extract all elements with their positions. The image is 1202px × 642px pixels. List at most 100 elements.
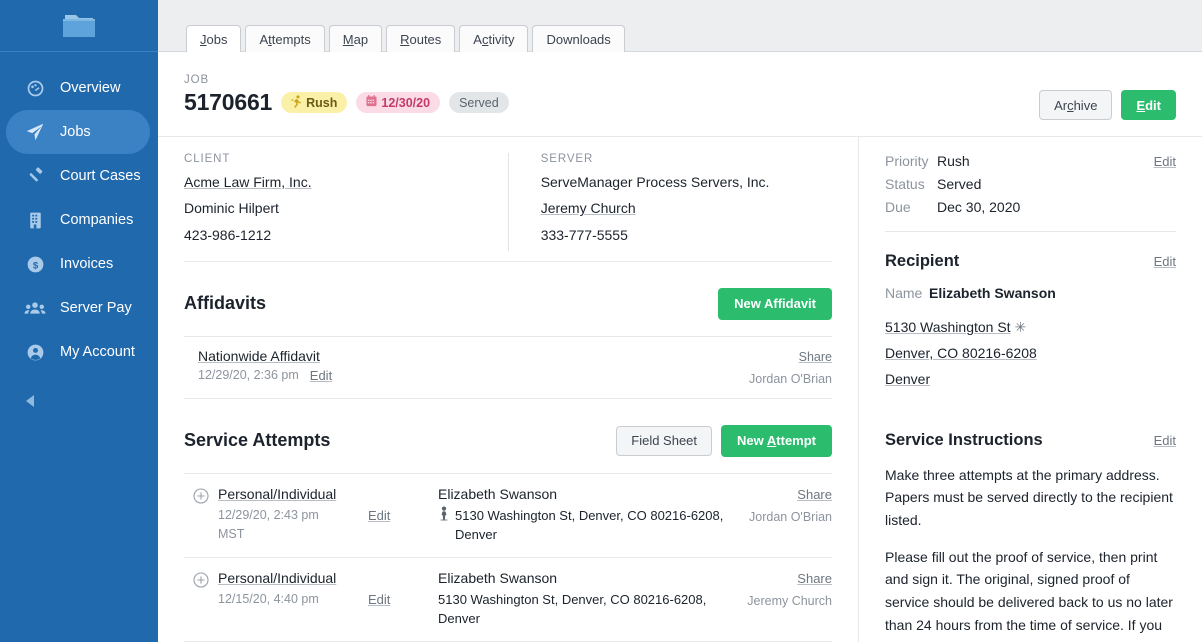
server-company: ServeManager Process Servers, Inc.	[541, 172, 832, 192]
sidebar-item-invoices[interactable]: $ Invoices	[6, 242, 150, 286]
tab-label-pre: A	[473, 32, 482, 47]
instructions-title: Service Instructions	[885, 431, 1043, 450]
tab-bar: Jobs Attempts Map Routes Activity Downlo…	[158, 0, 1202, 52]
map-pin-icon	[438, 506, 450, 545]
attempt-address: 5130 Washington St, Denver, CO 80216-620…	[438, 590, 740, 629]
server-phone: 333-777-5555	[541, 225, 832, 245]
recipient-name-value: Elizabeth Swanson	[929, 285, 1056, 301]
attempt-share-link[interactable]: Share	[797, 487, 832, 502]
instructions-edit-link[interactable]: Edit	[1154, 433, 1176, 448]
sidebar-item-label: Court Cases	[60, 169, 141, 184]
edit-button[interactable]: Edit	[1121, 90, 1176, 120]
badge-text: 12/30/20	[381, 96, 430, 110]
tab-attempts[interactable]: Attempts	[245, 25, 324, 52]
tab-accesskey: R	[400, 32, 409, 47]
body-columns: CLIENT Acme Law Firm, Inc. Dominic Hilpe…	[158, 137, 1202, 642]
tab-label-rest: outes	[409, 32, 441, 47]
divider	[885, 231, 1176, 232]
status-badge-date: 12/30/20	[356, 92, 440, 113]
expand-attempt-button[interactable]	[184, 486, 218, 545]
server-contact-link[interactable]: Jeremy Church	[541, 200, 636, 216]
detail-due: Due Dec 30, 2020	[885, 199, 1176, 215]
left-column: CLIENT Acme Law Firm, Inc. Dominic Hilpe…	[158, 137, 858, 642]
server-block: SERVER ServeManager Process Servers, Inc…	[508, 153, 832, 251]
detail-label: Due	[885, 199, 937, 215]
client-company-link[interactable]: Acme Law Firm, Inc.	[184, 174, 312, 190]
attempt-timestamp: 12/15/20, 4:40 pm	[218, 590, 368, 609]
archive-button[interactable]: Archive	[1039, 90, 1112, 120]
running-person-icon	[291, 95, 302, 111]
attempt-type-line: Personal/Individual	[218, 486, 368, 502]
plus-circle-icon	[193, 488, 209, 545]
page-title: 5170661	[184, 89, 272, 116]
plus-circle-icon	[193, 572, 209, 629]
details-edit-link[interactable]: Edit	[1154, 154, 1176, 169]
attempt-meta: Personal/Individual 12/29/20, 2:43 pm MS…	[218, 486, 368, 545]
sidebar-item-label: Invoices	[60, 257, 113, 272]
server-contact-line: Jeremy Church	[541, 198, 832, 218]
attempt-share-link[interactable]: Share	[797, 571, 832, 586]
gavel-icon	[24, 165, 46, 187]
affidavits-actions: New Affidavit	[718, 288, 832, 320]
tab-routes[interactable]: Routes	[386, 25, 455, 52]
tab-label-rest: tivity	[488, 32, 514, 47]
affidavit-right: Share Jordan O'Brian	[749, 348, 832, 386]
archive-label: Archive	[1054, 98, 1097, 113]
sidebar-collapse-button[interactable]	[0, 388, 158, 418]
affidavit-share-link[interactable]: Share	[799, 350, 832, 364]
service-instructions-block: Service Instructions Edit Make three att…	[885, 431, 1176, 642]
attempt-timezone: MST	[218, 525, 368, 544]
expand-attempt-button[interactable]	[184, 570, 218, 629]
recipient-title: Recipient	[885, 252, 959, 271]
attempt-right: Share Jordan O'Brian	[740, 486, 832, 545]
tab-downloads[interactable]: Downloads	[532, 25, 624, 52]
badge-text: Rush	[306, 96, 337, 110]
app-logo[interactable]	[0, 0, 158, 52]
sidebar-item-server-pay[interactable]: Server Pay	[6, 286, 150, 330]
new-affidavit-button[interactable]: New Affidavit	[718, 288, 832, 320]
svg-text:$: $	[32, 260, 38, 271]
sidebar-item-court-cases[interactable]: Court Cases	[6, 154, 150, 198]
recipient-address-line1[interactable]: 5130 Washington St	[885, 315, 1011, 341]
tab-label-rest: tempts	[272, 32, 311, 47]
attempt-edit-link[interactable]: Edit	[368, 508, 390, 523]
status-badge-rush: Rush	[281, 92, 347, 113]
recipient-address-line2[interactable]: Denver, CO 80216-6208	[885, 341, 1037, 367]
sidebar-item-label: Companies	[60, 213, 133, 228]
tab-activity[interactable]: Activity	[459, 25, 528, 52]
people-icon	[24, 297, 46, 319]
instructions-header: Service Instructions Edit	[885, 431, 1176, 450]
sidebar-item-companies[interactable]: Companies	[6, 198, 150, 242]
attempt-edit-link[interactable]: Edit	[368, 592, 390, 607]
attempt-edit-cell: Edit	[368, 570, 424, 629]
detail-status: Status Served	[885, 176, 1176, 192]
tab-map[interactable]: Map	[329, 25, 382, 52]
attempt-type-link[interactable]: Personal/Individual	[218, 570, 336, 586]
affidavits-title: Affidavits	[184, 293, 266, 314]
new-attempt-button[interactable]: New Attempt	[721, 425, 832, 457]
job-eyebrow: JOB	[184, 74, 1039, 86]
sidebar-item-label: My Account	[60, 345, 135, 360]
tab-label: Downloads	[546, 32, 610, 47]
primary-address-star-icon: ✳	[1014, 319, 1026, 335]
sidebar-item-label: Overview	[60, 81, 120, 96]
attempt-details: Elizabeth Swanson 5130 Washington St, De…	[424, 486, 740, 545]
attempt-type-link[interactable]: Personal/Individual	[218, 486, 336, 502]
attempt-address: 5130 Washington St, Denver, CO 80216-620…	[455, 506, 740, 545]
recipient-edit-link[interactable]: Edit	[1154, 254, 1176, 269]
attempt-type-line: Personal/Individual	[218, 570, 368, 586]
affidavit-name-link[interactable]: Nationwide Affidavit	[198, 348, 320, 364]
sidebar-item-overview[interactable]: Overview	[6, 66, 150, 110]
client-server-row: CLIENT Acme Law Firm, Inc. Dominic Hilpe…	[184, 137, 832, 261]
affidavit-meta: 12/29/20, 2:36 pm Edit	[198, 368, 749, 383]
edit-label: Edit	[1136, 98, 1161, 113]
sidebar-item-my-account[interactable]: My Account	[6, 330, 150, 374]
recipient-address-line3-row: Denver	[885, 367, 1176, 393]
detail-value: Served	[937, 176, 981, 192]
affidavit-edit-link[interactable]: Edit	[310, 368, 332, 383]
sidebar-item-jobs[interactable]: Jobs	[6, 110, 150, 154]
field-sheet-button[interactable]: Field Sheet	[616, 426, 712, 456]
client-heading: CLIENT	[184, 153, 508, 165]
tab-jobs[interactable]: Jobs	[186, 25, 241, 52]
recipient-address-line3[interactable]: Denver	[885, 367, 930, 393]
